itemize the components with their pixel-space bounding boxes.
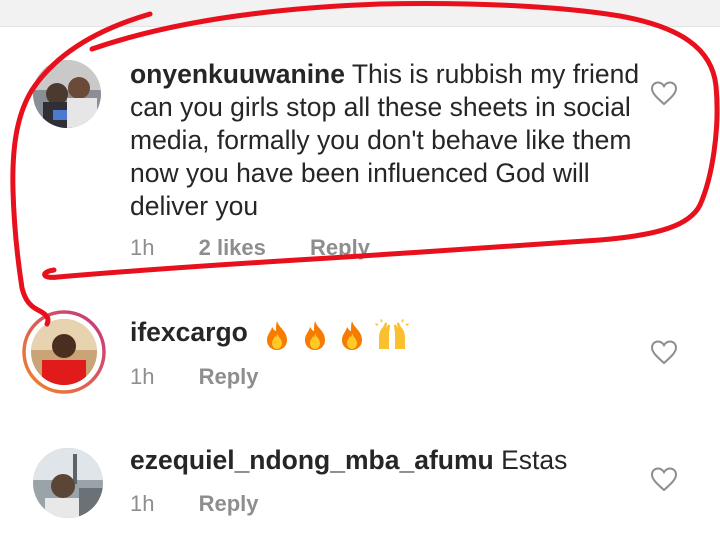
comments-screen: onyenkuuwanine This is rubbish my friend… <box>0 0 720 559</box>
comment-username[interactable]: ezequiel_ndong_mba_afumu <box>130 445 494 475</box>
comment-time: 1h <box>130 235 155 260</box>
fire-emoji <box>341 321 362 350</box>
avatar[interactable] <box>33 448 103 518</box>
heart-outline-icon[interactable] <box>650 80 678 106</box>
heart-outline-icon[interactable] <box>650 466 678 492</box>
comment-text: ifexcargo <box>130 316 640 351</box>
comment-username[interactable]: ifexcargo <box>130 317 248 347</box>
comment-meta: 1h 2 likes Reply <box>130 235 370 261</box>
heart-outline-icon[interactable] <box>650 339 678 365</box>
comment-message: Estas <box>501 445 568 475</box>
avatar[interactable] <box>22 310 106 394</box>
emoji-row <box>263 317 411 351</box>
comment-username[interactable]: onyenkuuwanine <box>130 59 345 89</box>
avatar[interactable] <box>33 60 101 128</box>
comment-likes-count[interactable]: 2 likes <box>199 235 266 261</box>
top-divider-strip <box>0 0 720 27</box>
reply-button[interactable]: Reply <box>310 235 370 261</box>
raised-hands-emoji <box>375 319 410 349</box>
fire-emoji <box>267 321 288 350</box>
comment-meta: 1h Reply <box>130 364 259 390</box>
reply-button[interactable]: Reply <box>199 364 259 390</box>
comment-text: onyenkuuwanine This is rubbish my friend… <box>130 58 640 223</box>
comment-text: ezequiel_ndong_mba_afumu Estas <box>130 444 640 477</box>
fire-emoji <box>304 321 325 350</box>
comment-meta: 1h Reply <box>130 491 259 517</box>
comment-time: 1h <box>130 491 155 516</box>
comment-time: 1h <box>130 364 155 389</box>
reply-button[interactable]: Reply <box>199 491 259 517</box>
